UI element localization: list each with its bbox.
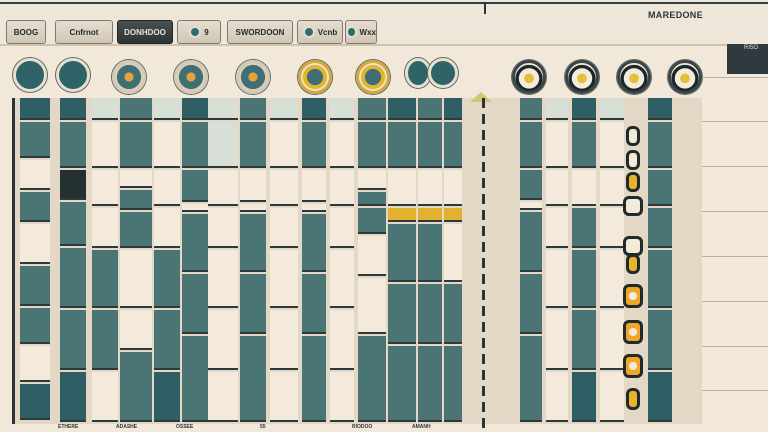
toolbar-tab-5-label: SWORDOON (235, 27, 285, 37)
knob-icon[interactable] (112, 60, 146, 94)
channel-column[interactable] (92, 98, 118, 424)
indicator-led-icon[interactable] (626, 388, 640, 410)
indicator-led-icon[interactable] (623, 354, 643, 378)
toolbar-tab-1-label: BOOG (13, 27, 39, 37)
toolbar-tab-7-label: Wxx (359, 27, 376, 37)
led-knob-icon[interactable] (668, 60, 702, 94)
toolbar-tab-6[interactable]: Vcnb (297, 20, 343, 44)
knob-icon[interactable] (428, 58, 458, 88)
top-border-line (0, 2, 768, 4)
knob-icon[interactable] (174, 60, 208, 94)
step-sequencer-grid[interactable] (12, 98, 702, 424)
channel-column[interactable] (388, 98, 416, 424)
channel-label: AMANH (412, 424, 431, 430)
channel-column[interactable] (154, 98, 180, 424)
knob-icon[interactable] (56, 58, 90, 92)
channel-column[interactable] (546, 98, 568, 424)
toolbar-tab-4[interactable]: 9 (177, 20, 221, 44)
toolbar-tab-2[interactable]: Cnfrnot (55, 20, 113, 44)
toggle-dot-icon (302, 26, 315, 38)
indicator-led-icon[interactable] (626, 150, 640, 170)
toolbar-tab-6-label: Vcnb (317, 27, 338, 37)
knob-icon[interactable] (13, 58, 47, 92)
toolbar-tab-5[interactable]: SWORDOON (227, 20, 293, 44)
channel-column[interactable] (120, 98, 152, 424)
led-knob-icon[interactable] (617, 60, 651, 94)
indicator-led-icon[interactable] (623, 196, 643, 216)
playhead-marker[interactable] (484, 2, 486, 14)
indicator-led-icon[interactable] (623, 236, 643, 256)
brand-title: MAREDONE (648, 10, 703, 20)
channel-label: 55 (260, 424, 266, 430)
channel-column[interactable] (600, 98, 624, 424)
toolbar-tab-2-label: Cnfrnot (69, 27, 99, 37)
channel-column[interactable] (358, 98, 386, 424)
section-divider (482, 98, 485, 428)
channel-column[interactable] (270, 98, 298, 424)
indicator-led-icon[interactable] (626, 126, 640, 146)
toolbar-tab-3[interactable]: DONHDOO (117, 20, 173, 44)
toolbar-tab-3-sub: DONHDOO (124, 27, 166, 37)
toolbar-tab-1[interactable]: BOOG (6, 20, 46, 44)
toggle-dot-icon (346, 26, 357, 38)
channel-label: ETHERE (58, 424, 79, 430)
indicator-led-icon[interactable] (626, 254, 640, 274)
position-marker-icon[interactable] (470, 92, 492, 102)
channel-column[interactable] (418, 98, 442, 424)
channel-column[interactable] (20, 98, 50, 424)
top-toolbar: BOOG Cnfrnot DONHDOO 9 SWORDOON Vcnb Wxx… (0, 0, 768, 46)
channel-column[interactable] (240, 98, 266, 424)
toolbar-tab-7[interactable]: Wxx (345, 20, 377, 44)
led-knob-icon[interactable] (565, 60, 599, 94)
channel-column[interactable] (60, 98, 86, 424)
channel-label: OSSEE (176, 424, 194, 430)
channel-column[interactable] (302, 98, 326, 424)
channel-column[interactable] (444, 98, 462, 424)
knob-icon[interactable] (298, 60, 332, 94)
knob-icon[interactable] (236, 60, 270, 94)
channel-column[interactable] (648, 98, 672, 424)
channel-column[interactable] (572, 98, 596, 424)
indicator-led-icon[interactable] (626, 172, 640, 192)
channel-label: ADASHE (116, 424, 138, 430)
channel-label: RIODOO (352, 424, 373, 430)
channel-column[interactable] (182, 98, 208, 424)
channel-column[interactable] (208, 98, 238, 424)
toolbar-tab-4-label: 9 (204, 27, 209, 37)
right-ruler (702, 44, 768, 432)
indicator-led-icon[interactable] (623, 320, 643, 344)
knob-icon[interactable] (356, 60, 390, 94)
channel-column[interactable] (330, 98, 354, 424)
channel-column[interactable] (520, 98, 542, 424)
led-knob-icon[interactable] (512, 60, 546, 94)
record-dot-icon (189, 26, 202, 38)
indicator-led-icon[interactable] (623, 284, 643, 308)
